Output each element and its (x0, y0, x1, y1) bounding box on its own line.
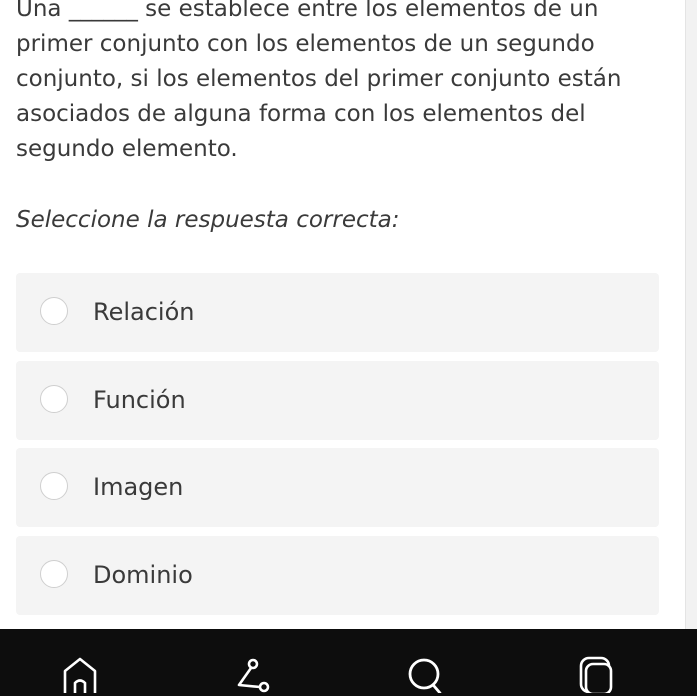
radio-button[interactable] (40, 472, 68, 500)
answer-option-3[interactable]: Imagen (16, 448, 659, 527)
question-text: Una ______ se establece entre los elemen… (16, 0, 622, 162)
answer-option-label: Relación (93, 298, 195, 326)
graph-icon (237, 658, 270, 693)
answer-option-label: Imagen (93, 473, 184, 501)
nav-graph[interactable] (221, 629, 281, 696)
answer-instruction: Seleccione la respuesta correcta: (16, 207, 400, 233)
scrollbar-track[interactable] (685, 0, 697, 629)
nav-copy[interactable] (566, 629, 626, 696)
nav-home[interactable] (50, 629, 110, 696)
radio-button[interactable] (40, 385, 68, 413)
answer-option-label: Dominio (93, 561, 193, 589)
answer-option-label: Función (93, 386, 186, 414)
bottom-navigation-bar (0, 629, 697, 696)
answer-option-1[interactable]: Relación (16, 273, 659, 352)
nav-search[interactable] (395, 629, 455, 696)
copy-icon (579, 656, 613, 693)
radio-button[interactable] (40, 297, 68, 325)
search-icon (408, 658, 442, 693)
quiz-content: Una ______ se establece entre los elemen… (0, 0, 685, 629)
answer-option-4[interactable]: Dominio (16, 536, 659, 615)
answer-option-2[interactable]: Función (16, 361, 659, 440)
home-icon (63, 657, 97, 693)
radio-button[interactable] (40, 560, 68, 588)
